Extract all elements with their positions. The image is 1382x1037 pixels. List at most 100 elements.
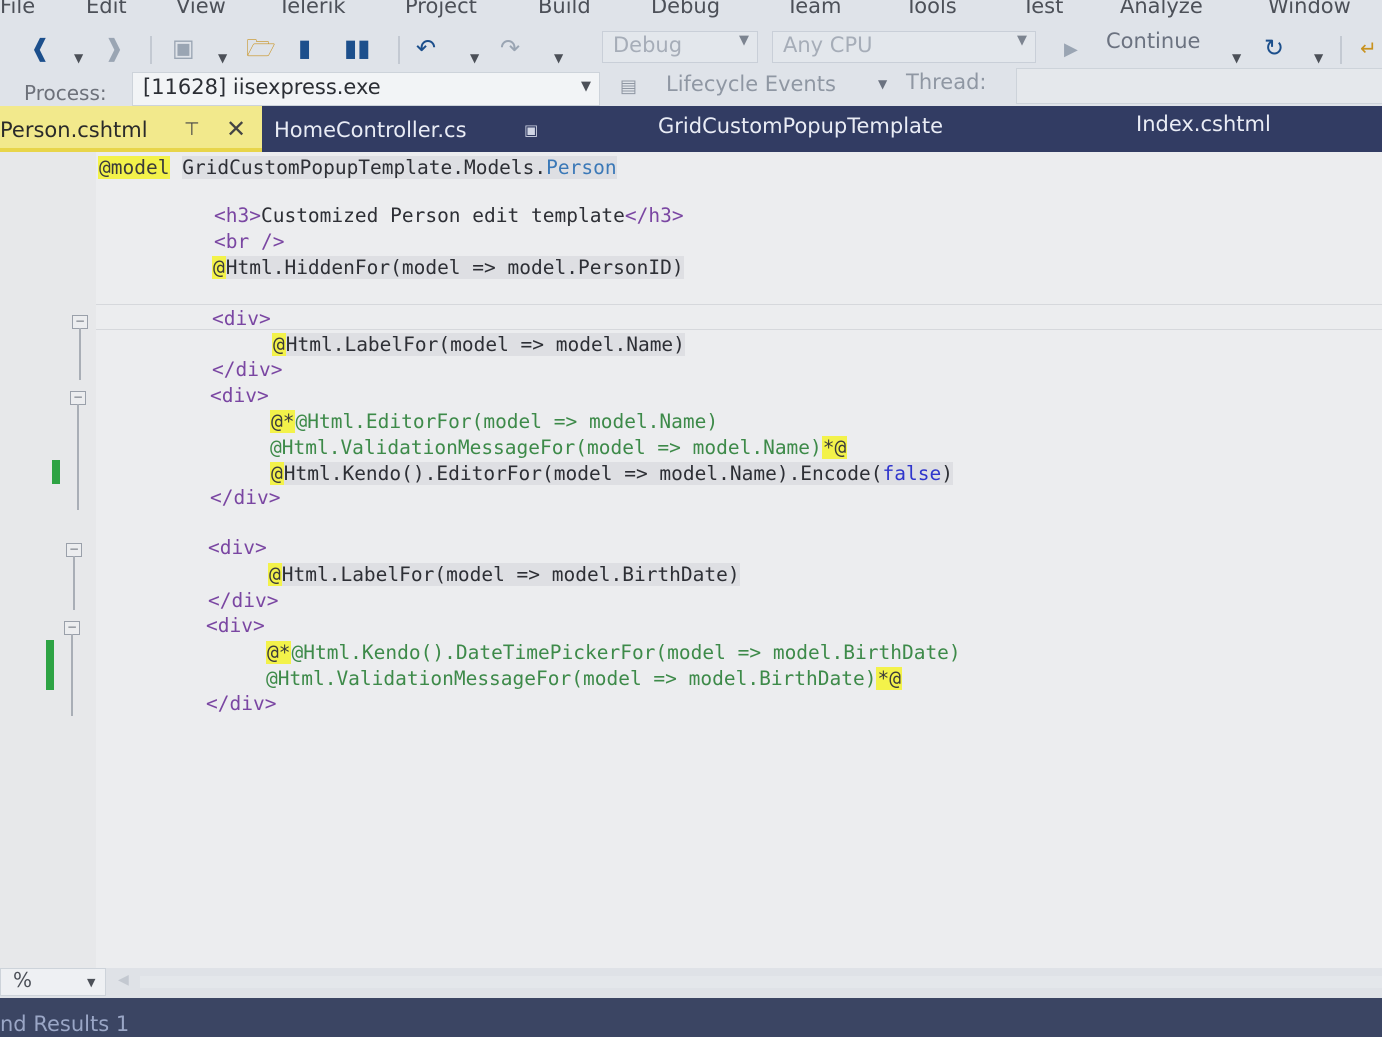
forward-icon[interactable]: ❱ — [104, 36, 124, 60]
process-label: Process: — [24, 81, 107, 105]
menu-window[interactable]: Window — [1268, 0, 1351, 18]
collapse-icon[interactable]: − — [64, 621, 80, 635]
collapse-icon[interactable]: − — [70, 391, 86, 405]
save-all-icon[interactable]: ▮▮ — [344, 36, 370, 60]
outline-line — [79, 328, 81, 380]
close-icon[interactable]: ✕ — [226, 115, 246, 143]
chevron-down-icon: ▼ — [87, 976, 96, 989]
back-icon[interactable]: ❰ — [30, 36, 50, 60]
code-line-div-close[interactable]: </div> — [208, 589, 278, 613]
attach-icon[interactable]: ↵ — [1360, 36, 1377, 60]
heading-text: Customized Person edit template — [260, 204, 625, 227]
continue-dropdown-icon[interactable]: ▼ — [1232, 46, 1241, 70]
code-line-datetimepicker-comment[interactable]: @*@Html.Kendo().DateTimePickerFor(model … — [266, 641, 961, 665]
current-line-highlight — [96, 304, 1382, 330]
change-marker — [52, 460, 60, 484]
horizontal-scrollbar[interactable] — [140, 976, 1382, 988]
undo-icon[interactable]: ↶ — [416, 36, 436, 60]
continue-icon[interactable]: ▶ — [1064, 38, 1078, 62]
redo-dropdown-icon[interactable]: ▼ — [554, 46, 563, 70]
code-line-div-open[interactable]: <div> — [208, 536, 267, 560]
zoom-value: % — [13, 968, 33, 992]
code-line-div-open[interactable]: <div> — [212, 307, 271, 331]
pin-icon[interactable]: ⊤ — [184, 119, 200, 140]
razor-comment-start: @* — [270, 410, 296, 433]
code-line-labelfor-name[interactable]: @Html.LabelFor(model => model.Name) — [272, 333, 685, 357]
continue-button[interactable]: Continue — [1106, 29, 1200, 53]
menu-telerik[interactable]: Telerik — [278, 0, 346, 18]
toolbar-separator — [1340, 36, 1342, 64]
solution-configuration-combo[interactable]: Debug ▼ — [602, 31, 758, 63]
find-results-panel: nd Results 1 — [0, 998, 1382, 1037]
menu-view[interactable]: View — [176, 0, 226, 18]
editor-bottom-strip: % ▼ ◀ — [0, 968, 1382, 998]
back-dropdown-icon[interactable]: ▼ — [74, 46, 83, 70]
restart-icon[interactable]: ↻ — [1264, 36, 1284, 60]
tab-label: Index.cshtml — [1136, 112, 1271, 136]
commented-code: @Html.ValidationMessageFor(model => mode… — [270, 436, 822, 459]
process-dropdown[interactable]: [11628] iisexpress.exe ▼ — [132, 72, 600, 106]
code-line-div-close[interactable]: </div> — [212, 358, 282, 382]
scroll-left-icon[interactable]: ◀ — [118, 972, 129, 988]
html-tag: <div> — [212, 307, 271, 330]
code-line-div-close[interactable]: </div> — [206, 692, 276, 716]
outline-line — [71, 634, 73, 716]
menu-tools[interactable]: Tools — [905, 0, 957, 18]
collapse-icon[interactable]: − — [72, 315, 88, 329]
code-line-h3[interactable]: <h3>Customized Person edit template</h3> — [214, 204, 684, 228]
lifecycle-events-button[interactable]: Lifecycle Events — [666, 72, 836, 96]
menu-analyze[interactable]: Analyze — [1120, 0, 1203, 18]
code-line-validation-birthdate[interactable]: @Html.ValidationMessageFor(model => mode… — [266, 667, 902, 691]
menu-bar: File Edit View Telerik Project Build Deb… — [0, 0, 1382, 28]
code-line-kendo-editor[interactable]: @Html.Kendo().EditorFor(model => model.N… — [270, 462, 953, 486]
tab-homecontroller-cs[interactable]: HomeController.cs ▣ — [262, 106, 542, 152]
code-line-div-open[interactable]: <div> — [206, 614, 265, 638]
keyword-false: false — [882, 462, 942, 485]
razor-at: @ — [272, 333, 286, 356]
html-tag: <div> — [208, 536, 267, 559]
new-project-icon[interactable]: ▣ — [172, 36, 195, 60]
code-line-editorfor-comment[interactable]: @*@Html.EditorFor(model => model.Name) — [270, 410, 718, 434]
razor-at: @ — [212, 256, 226, 279]
code-line-br[interactable]: <br /> — [214, 230, 284, 254]
menu-project[interactable]: Project — [405, 0, 477, 18]
lifecycle-dropdown-icon[interactable]: ▼ — [878, 77, 887, 91]
new-dropdown-icon[interactable]: ▼ — [218, 46, 227, 70]
html-tag: <h3> — [214, 204, 261, 227]
thread-dropdown[interactable] — [1016, 68, 1382, 104]
code-line-div-open[interactable]: <div> — [210, 384, 269, 408]
tab-label: Person.cshtml — [0, 118, 148, 142]
redo-icon[interactable]: ↷ — [500, 36, 520, 60]
menu-file[interactable]: File — [0, 0, 35, 18]
collapse-icon[interactable]: − — [66, 543, 82, 557]
html-tag: <div> — [206, 614, 265, 637]
code-line-hiddenfor[interactable]: @Html.HiddenFor(model => model.PersonID) — [212, 256, 684, 280]
zoom-dropdown[interactable]: % ▼ — [0, 968, 106, 996]
tab-label: GridCustomPopupTemplate — [658, 114, 944, 138]
code-editor[interactable]: − − − − @model GridCustomPopupTemplate.M… — [0, 152, 1382, 968]
tab-person-cshtml[interactable]: Person.cshtml ⊤ ✕ — [0, 106, 262, 152]
lifecycle-events-icon[interactable]: ▤ — [620, 76, 637, 97]
menu-debug[interactable]: Debug — [651, 0, 720, 18]
restart-dropdown-icon[interactable]: ▼ — [1314, 46, 1323, 70]
solution-platform-combo[interactable]: Any CPU ▼ — [772, 31, 1036, 63]
code-line-div-close[interactable]: </div> — [210, 486, 280, 510]
undo-dropdown-icon[interactable]: ▼ — [470, 46, 479, 70]
menu-edit[interactable]: Edit — [86, 0, 127, 18]
commented-code: @Html.ValidationMessageFor(model => mode… — [266, 667, 877, 690]
menu-build[interactable]: Build — [538, 0, 591, 18]
code-line-model[interactable]: @model GridCustomPopupTemplate.Models.Pe… — [98, 156, 617, 180]
menu-team[interactable]: Team — [786, 0, 842, 18]
html-tag: <br /> — [214, 230, 285, 253]
menu-test[interactable]: Test — [1022, 0, 1063, 18]
model-namespace: GridCustomPopupTemplate.Models. — [182, 156, 547, 179]
code-line-labelfor-birthdate[interactable]: @Html.LabelFor(model => model.BirthDate) — [268, 563, 740, 587]
change-marker — [46, 640, 54, 690]
code-line-validation-comment[interactable]: @Html.ValidationMessageFor(model => mode… — [270, 436, 848, 460]
razor-at: @ — [268, 563, 282, 586]
tab-gridcustompopuptemplate[interactable]: GridCustomPopupTemplate — [650, 106, 1030, 152]
find-results-title[interactable]: nd Results 1 — [0, 1012, 129, 1036]
open-icon[interactable]: 🗁 — [246, 36, 276, 60]
tab-index-cshtml[interactable]: Index.cshtml — [1130, 106, 1330, 152]
save-icon[interactable]: ▮ — [298, 36, 311, 60]
